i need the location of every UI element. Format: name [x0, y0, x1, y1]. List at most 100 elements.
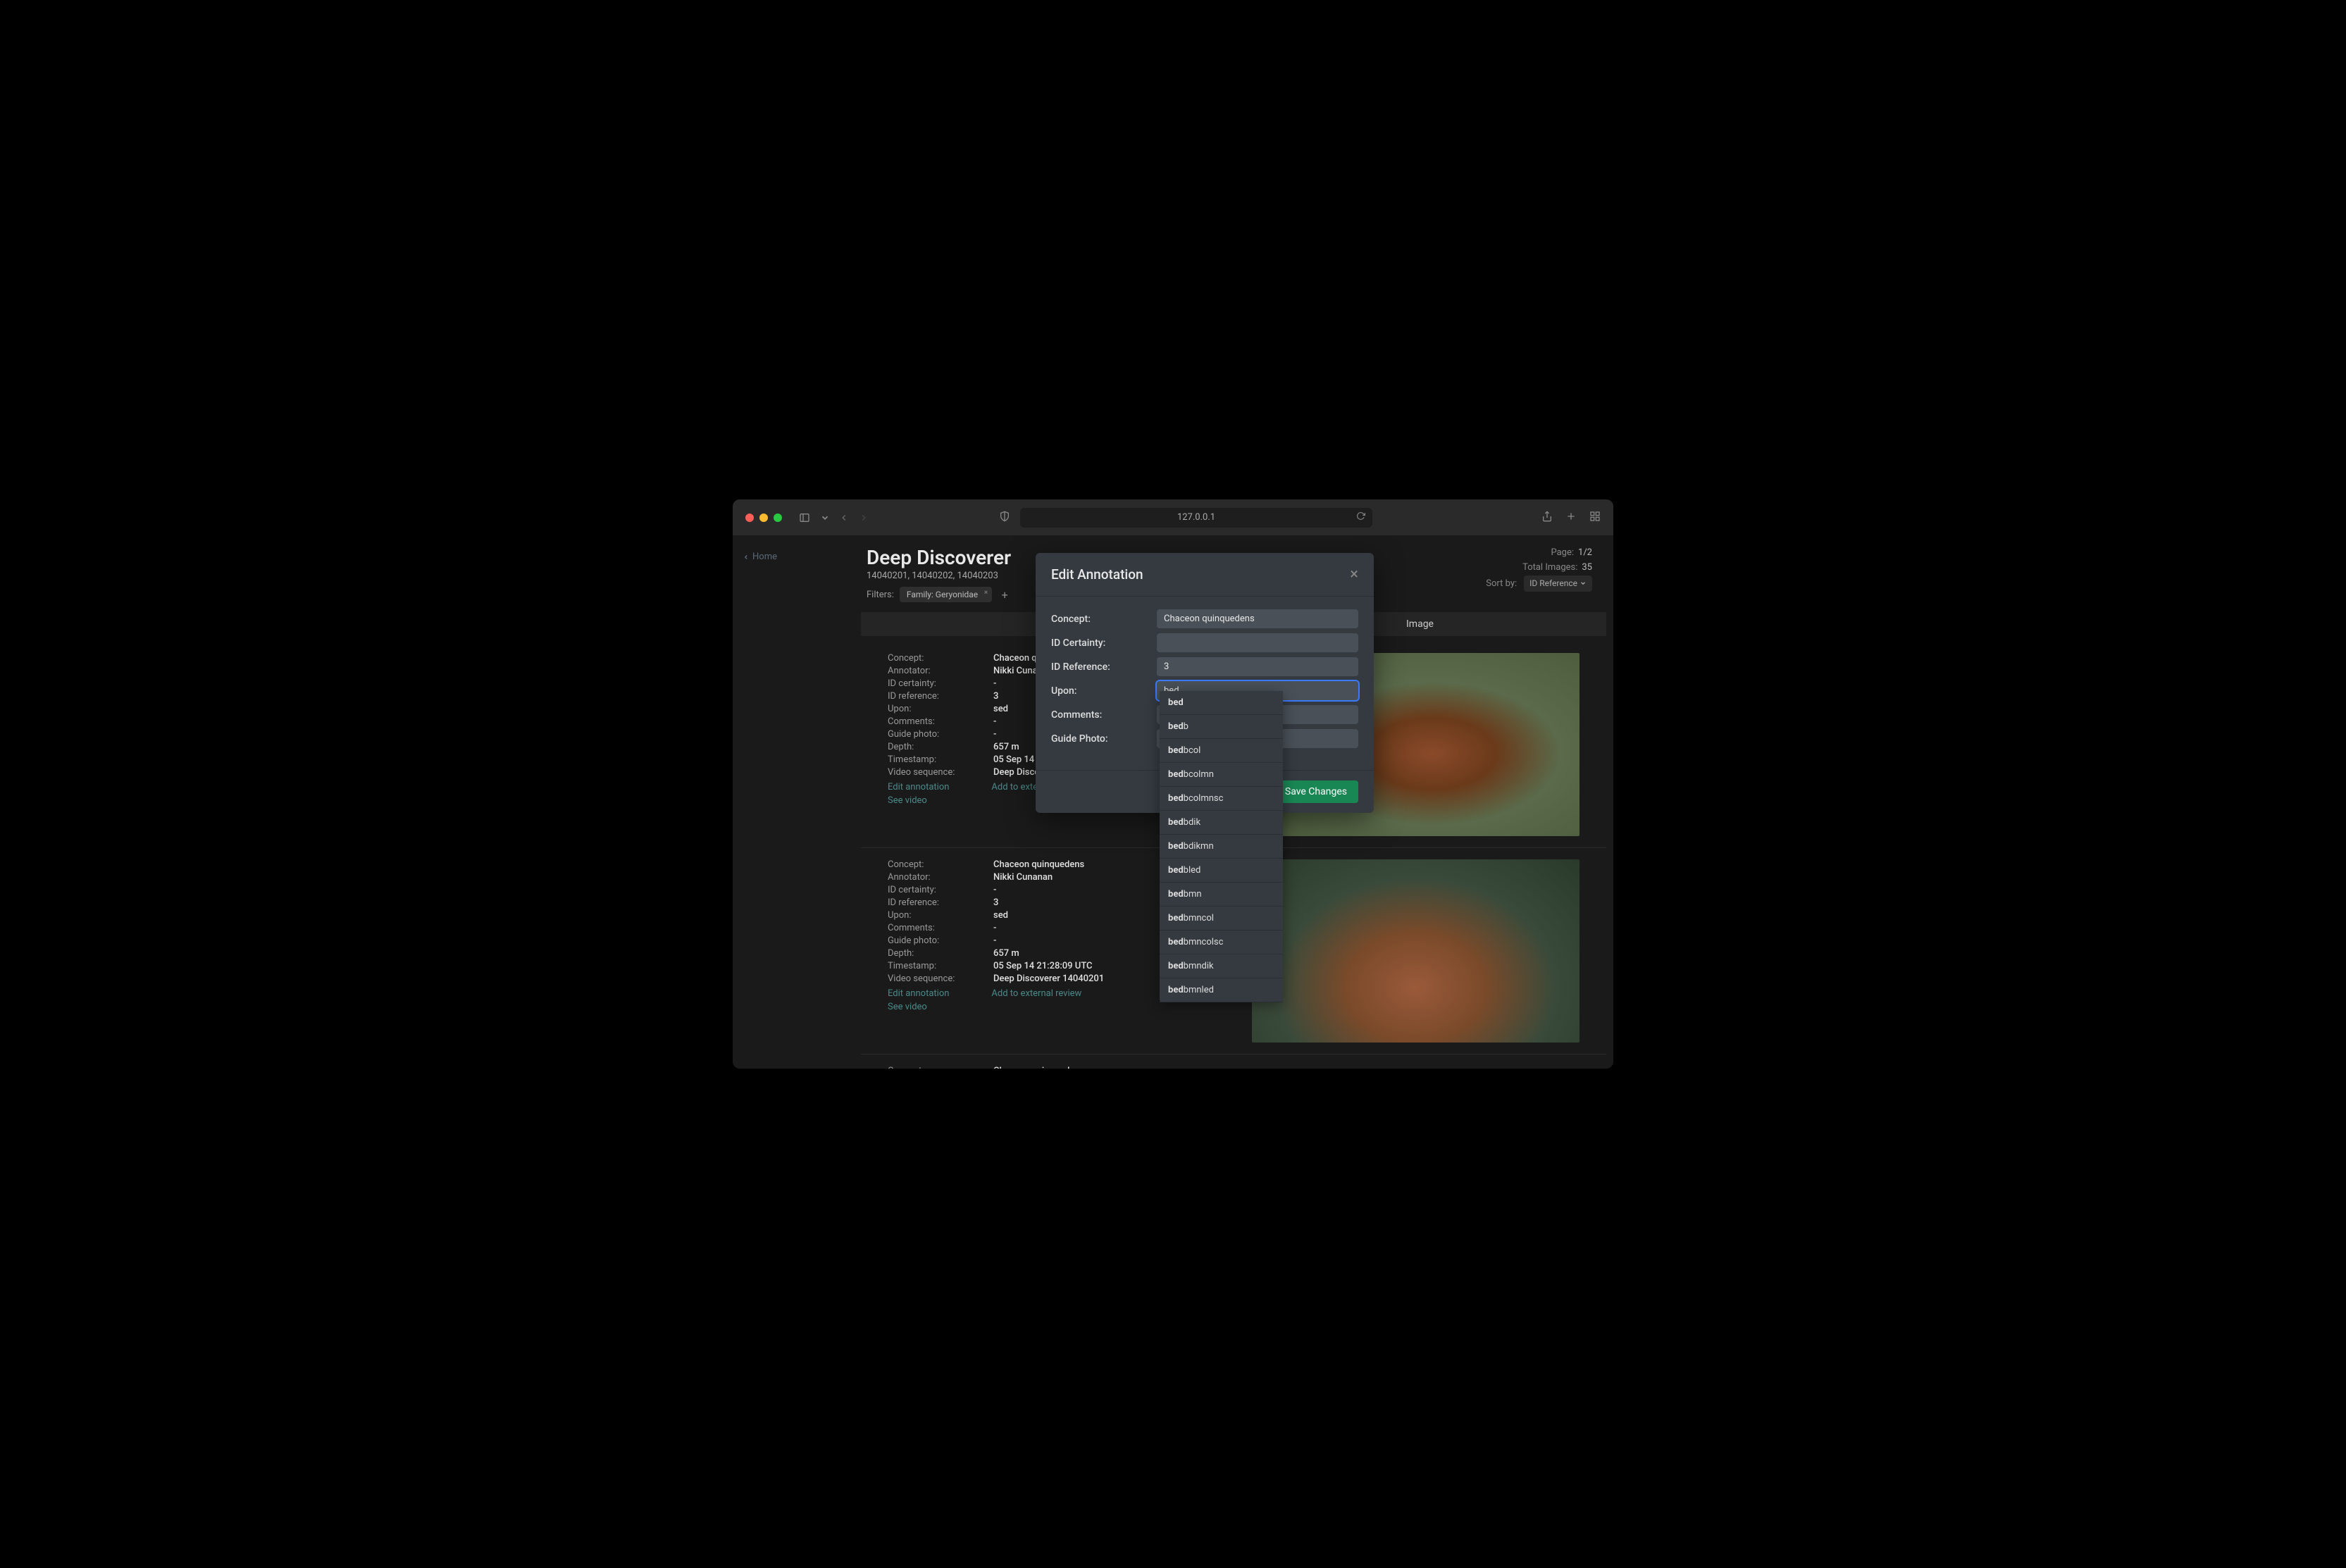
autocomplete-option[interactable]: bedbcolmnsc	[1160, 787, 1283, 811]
id-certainty-input[interactable]	[1157, 633, 1358, 652]
see-video-link[interactable]: See video	[888, 1002, 927, 1012]
privacy-shield-icon[interactable]	[999, 511, 1010, 525]
save-changes-button[interactable]: Save Changes	[1274, 780, 1358, 803]
sort-label: Sort by:	[1486, 578, 1517, 589]
field-value: 05 Sep 14 21:28:09 UTC	[993, 961, 1093, 971]
field-label: Concept:	[888, 653, 993, 664]
autocomplete-option[interactable]: bedb	[1160, 715, 1283, 739]
field-label: Depth:	[888, 742, 993, 752]
id-reference-label: ID Reference:	[1051, 661, 1157, 673]
id-certainty-label: ID Certainty:	[1051, 637, 1157, 649]
field-value: -	[993, 729, 996, 740]
field-label: ID certainty:	[888, 885, 993, 895]
field-value: Chaceon quinquedens	[993, 1066, 1084, 1069]
field-label: Upon:	[888, 704, 993, 714]
autocomplete-option[interactable]: bedbmn	[1160, 883, 1283, 907]
field-value: 657 m	[993, 742, 1019, 752]
add-external-review-link[interactable]: Add to external review	[991, 988, 1081, 999]
field-label: ID reference:	[888, 897, 993, 908]
home-link[interactable]: Home	[743, 552, 777, 562]
page-content: Home Deep Discoverer 14040201, 14040202,…	[733, 536, 1613, 1069]
concept-label: Concept:	[1051, 614, 1157, 625]
field-value: Chaceon quinquedens	[993, 859, 1084, 870]
back-button[interactable]	[836, 509, 852, 526]
autocomplete-dropdown: bedbedbbedbcolbedbcolmnbedbcolmnscbedbdi…	[1160, 691, 1283, 1002]
sort-dropdown[interactable]: ID Reference	[1524, 575, 1592, 592]
reload-icon[interactable]	[1356, 511, 1365, 523]
browser-window: 127.0.0.1 Home Deep Discoverer 14040201,…	[733, 499, 1613, 1069]
field-label: Video sequence:	[888, 767, 993, 778]
field-value: Nikki Cunanan	[993, 872, 1053, 883]
tabs-overview-icon[interactable]	[1589, 511, 1601, 525]
field-value: 657 m	[993, 948, 1019, 959]
field-label: Guide photo:	[888, 935, 993, 946]
comments-label: Comments:	[1051, 709, 1157, 721]
new-tab-icon[interactable]	[1565, 511, 1577, 525]
field-value: sed	[993, 704, 1008, 714]
autocomplete-option[interactable]: bedbdik	[1160, 811, 1283, 835]
add-filter-button[interactable]: +	[998, 587, 1012, 602]
field-label: Concept:	[888, 859, 993, 870]
field-label: Timestamp:	[888, 961, 993, 971]
field-value: -	[993, 935, 996, 946]
autocomplete-option[interactable]: bedbcolmn	[1160, 763, 1283, 787]
field-value: sed	[993, 910, 1008, 921]
chevron-down-icon[interactable]	[820, 509, 830, 526]
autocomplete-option[interactable]: bedbmndik	[1160, 954, 1283, 978]
annotation-thumbnail[interactable]	[1252, 859, 1579, 1043]
edit-annotation-link[interactable]: Edit annotation	[888, 782, 949, 792]
field-label: Concept:	[888, 1066, 993, 1069]
upon-label: Upon:	[1051, 685, 1157, 697]
autocomplete-option[interactable]: bedbled	[1160, 859, 1283, 883]
autocomplete-option[interactable]: bedbcol	[1160, 739, 1283, 763]
share-icon[interactable]	[1541, 511, 1553, 525]
annotation-row: Concept:Chaceon quinquedensAnnotator:Nik…	[861, 1054, 1606, 1069]
address-bar[interactable]: 127.0.0.1	[1020, 508, 1372, 528]
field-label: ID certainty:	[888, 678, 993, 689]
page-value: 1/2	[1578, 547, 1592, 558]
autocomplete-option[interactable]: bed	[1160, 691, 1283, 715]
maximize-window-button[interactable]	[774, 514, 782, 522]
titlebar: 127.0.0.1	[733, 499, 1613, 536]
field-value: -	[993, 885, 996, 895]
forward-button[interactable]	[855, 509, 872, 526]
field-value: -	[993, 923, 996, 933]
concept-input[interactable]	[1157, 609, 1358, 628]
autocomplete-option[interactable]: bedbmncol	[1160, 907, 1283, 931]
filter-chip-label: Family: Geryonidae	[907, 590, 978, 599]
field-label: Guide photo:	[888, 729, 993, 740]
guide-photo-label: Guide Photo:	[1051, 733, 1157, 745]
field-label: Depth:	[888, 948, 993, 959]
field-value: -	[993, 716, 996, 727]
field-label: Annotator:	[888, 872, 993, 883]
total-images-label: Total Images:	[1522, 562, 1577, 573]
minimize-window-button[interactable]	[759, 514, 768, 522]
autocomplete-option[interactable]: bedbdikmn	[1160, 835, 1283, 859]
filters-label: Filters:	[867, 590, 894, 600]
field-label: Comments:	[888, 923, 993, 933]
field-label: Comments:	[888, 716, 993, 727]
field-label: ID reference:	[888, 691, 993, 702]
field-value: 3	[993, 897, 998, 908]
traffic-lights	[745, 514, 782, 522]
field-value: Deep Discoverer 14040201	[993, 973, 1104, 984]
modal-title: Edit Annotation	[1051, 566, 1143, 583]
field-value: 3	[993, 691, 998, 702]
field-label: Upon:	[888, 910, 993, 921]
url-text: 127.0.0.1	[1177, 512, 1215, 523]
edit-annotation-link[interactable]: Edit annotation	[888, 988, 949, 999]
close-window-button[interactable]	[745, 514, 754, 522]
sidebar-toggle-icon[interactable]	[795, 509, 814, 526]
remove-filter-icon[interactable]: ×	[984, 589, 988, 597]
page-label: Page:	[1551, 547, 1574, 558]
total-images-value: 35	[1582, 562, 1592, 573]
close-modal-button[interactable]: ×	[1350, 566, 1358, 583]
field-label: Timestamp:	[888, 754, 993, 765]
filter-chip[interactable]: Family: Geryonidae ×	[900, 587, 992, 602]
home-link-label: Home	[752, 552, 777, 562]
field-value: -	[993, 678, 996, 689]
autocomplete-option[interactable]: bedbmnled	[1160, 978, 1283, 1002]
see-video-link[interactable]: See video	[888, 795, 927, 806]
id-reference-input[interactable]	[1157, 657, 1358, 676]
autocomplete-option[interactable]: bedbmncolsc	[1160, 931, 1283, 954]
